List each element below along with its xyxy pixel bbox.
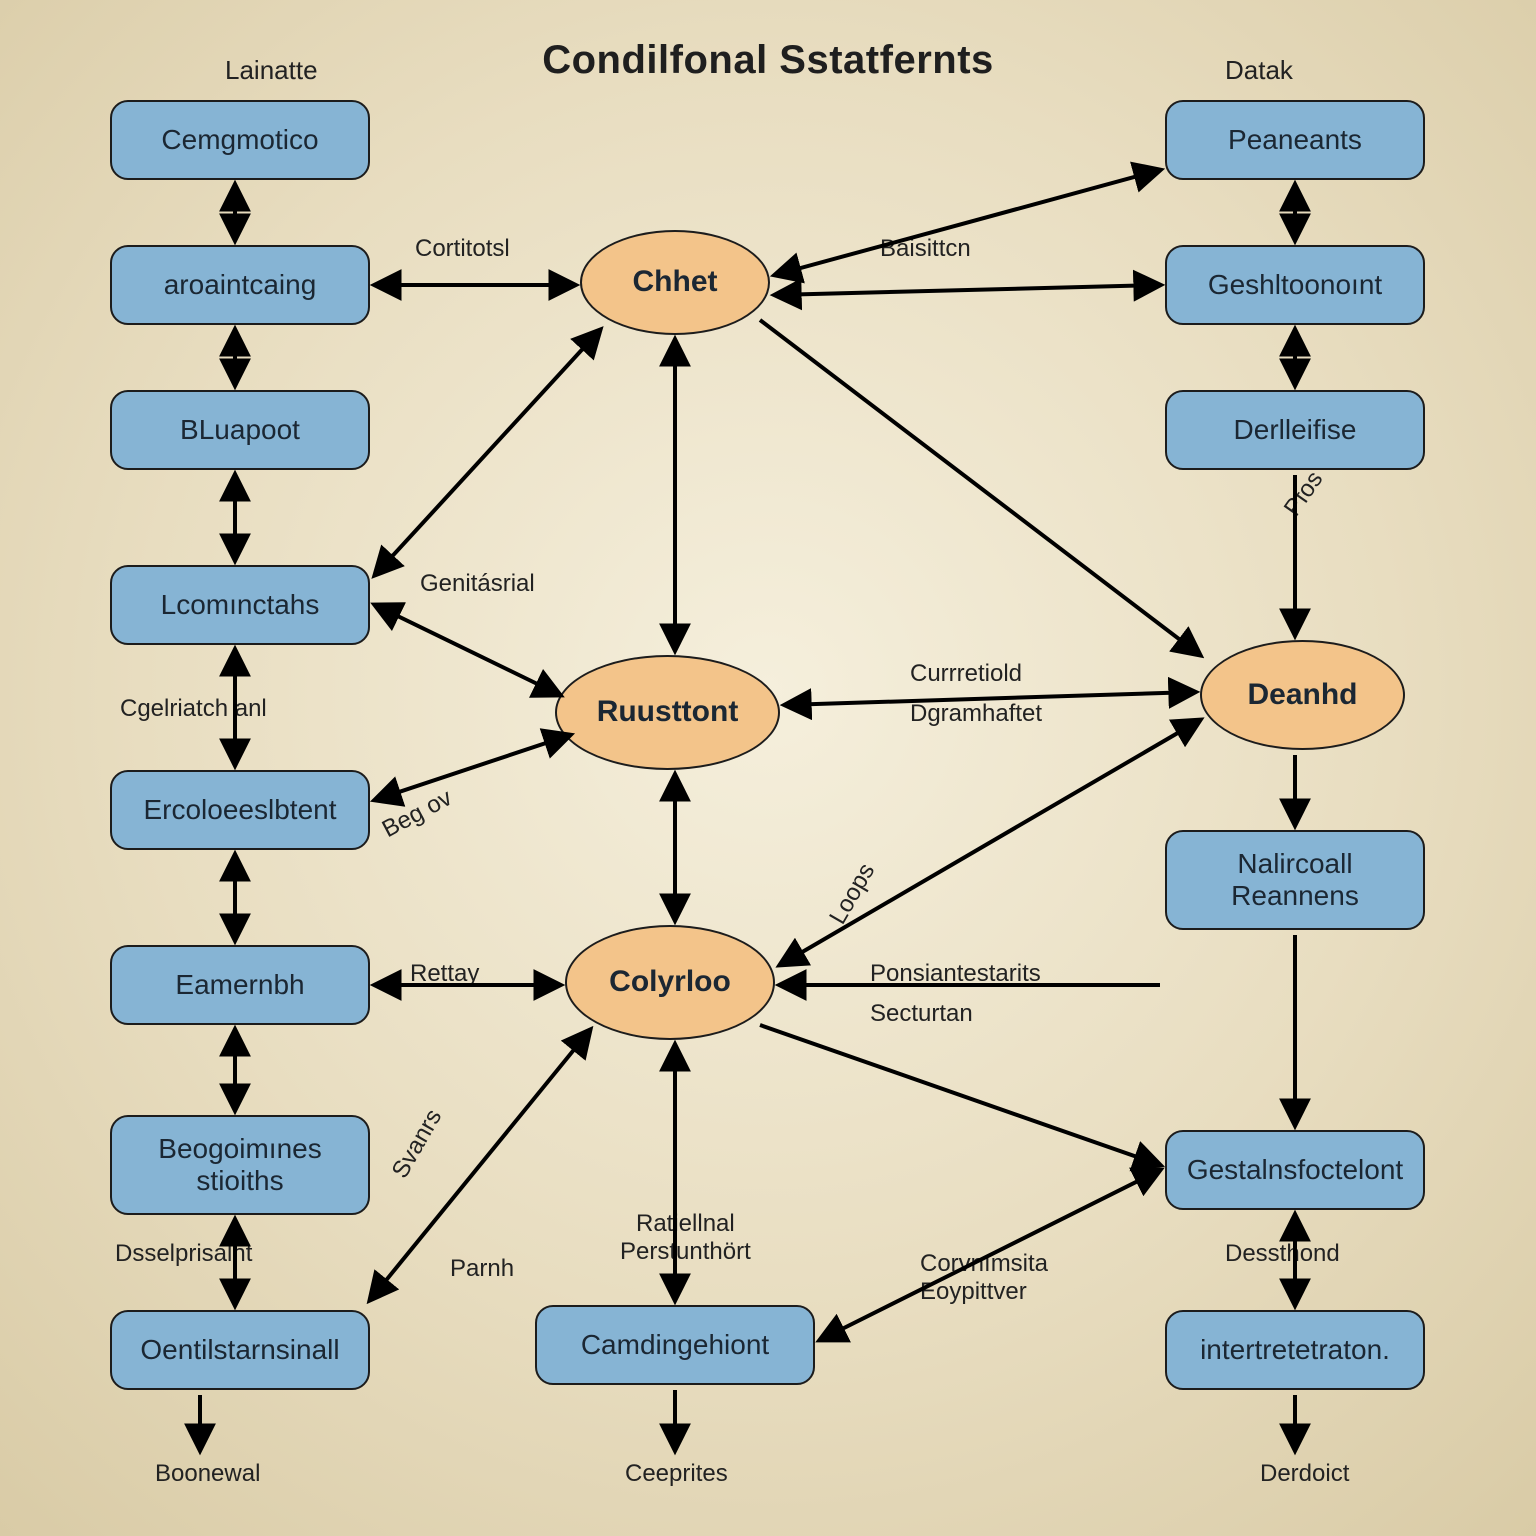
edge-label: Svanrs [387,1105,449,1184]
left-node-1: aroaintcaing [110,245,370,325]
ellipse-chet: Chhet [580,230,770,335]
right-node-5: intertretetraton. [1165,1310,1425,1390]
edge-label: Ponsiantestarits [870,960,1041,988]
edge-label: Cortitotsl [415,235,510,263]
right-node-0: Peaneants [1165,100,1425,180]
left-node-5: Eamernbh [110,945,370,1025]
right-node-4: Gestalnsfoctelont [1165,1130,1425,1210]
edge-label: Boonewal [155,1460,260,1488]
edge-label: Secturtan [870,1000,973,1028]
edge-label: Dessthond [1225,1240,1340,1268]
right-node-2: Derlleifise [1165,390,1425,470]
column-header-right: Datak [1225,55,1293,86]
edge-label: Beg ov [378,784,457,844]
edge-label: Pfos [1279,466,1329,521]
left-node-3: Lcomınctahs [110,565,370,645]
edge-label: Derdoict [1260,1460,1349,1488]
bottom-node-camd: Camdingehiont [535,1305,815,1385]
edge-label: Currretiold [910,660,1022,688]
right-node-1: Geshltoonoınt [1165,245,1425,325]
left-node-0: Cemgmotico [110,100,370,180]
diagram-canvas: Condilfonal Sstatfernts Lainatte Datak C… [0,0,1536,1536]
ellipse-coyrloo: Colyrloo [565,925,775,1040]
edge-label: Ratiellnal Perstunthört [620,1210,751,1266]
edge-label: Cgelriatch anl [120,695,267,723]
left-node-6: Beogoimınes stioiths [110,1115,370,1215]
edge-label: Baisittcn [880,235,971,263]
edge-label: Dgramhaftet [910,700,1042,728]
edge-label: Parnh [450,1255,514,1283]
ellipse-deanhd: Deanhd [1200,640,1405,750]
ellipse-rustont: Ruusttont [555,655,780,770]
edge-label: Ceeprites [625,1460,728,1488]
edge-label: Corvnımsita Eoypittver [920,1250,1048,1306]
edge-label: Dsselprisalnt [115,1240,252,1268]
left-node-7: Oentilstarnsinall [110,1310,370,1390]
column-header-left: Lainatte [225,55,318,86]
edge-label: Loops [824,859,881,930]
right-node-3: Nalircoall Reannens [1165,830,1425,930]
left-node-4: Ercoloeeslbtent [110,770,370,850]
edge-label: Rettay [410,960,479,988]
edge-label: Genitásrial [420,570,535,598]
left-node-2: BLuapoot [110,390,370,470]
